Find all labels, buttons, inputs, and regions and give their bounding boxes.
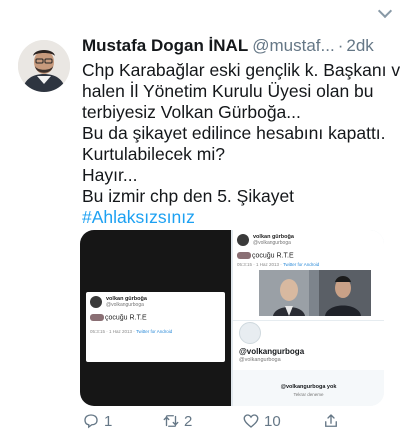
tweet-text-line: terbiyesiz Volkan Gürboğa... [82,102,301,122]
like-count: 10 [264,412,281,430]
author-avatar[interactable] [18,40,70,92]
mini-handle: @volkangurboga [253,240,291,246]
tweet-text-line: Hayır... [82,165,138,185]
mini-meta: 05:3:15 · 1 Haz 2013 · Twitter for Andro… [90,329,221,334]
share-button[interactable] [322,410,340,432]
mini-meta-source: Twitter for Android [135,329,173,335]
media-image-left[interactable]: volkan gürboğa @volkangurboga çocuğu R.T… [80,230,231,406]
tweet-text-line: halen İl Yönetim Kurulu Üyesi olan bu [82,81,374,101]
divider [233,320,384,321]
screenshot-card: volkan gürboğa @volkangurboga çocuğu R.T… [237,234,380,267]
retweet-count: 2 [184,412,193,430]
mini-names: volkan gürboğa @volkangurboga [106,296,147,308]
tweet-text-line: Kurtulabilecek mi? [82,144,225,164]
hashtag-link[interactable]: #Ahlaksızsınız [82,207,394,228]
tweet-media[interactable]: volkan gürboğa @volkangurboga çocuğu R.T… [80,230,384,406]
mini-avatar [237,234,249,246]
reply-icon [84,414,98,429]
mini-handle: @volkangurboga [106,302,144,308]
tweet-text: Chp Karabağlar eski gençlik k. Başkanı v… [82,60,400,228]
retweet-icon [163,415,179,427]
card-author: volkan gürboğa @volkangurboga [237,234,380,246]
missing-text: @volkangurboga yok [280,384,337,390]
reply-button[interactable]: 1 [82,410,112,432]
heart-icon [243,414,259,428]
media-image-right[interactable]: volkan gürboğa @volkangurboga çocuğu R.T… [233,230,384,406]
mini-meta: 05:3:15 · 1 Haz 2013 · Twitter for Andro… [237,262,380,267]
tweet-actions: 1 2 10 [82,410,390,432]
author-handle[interactable]: @mustaf... [252,36,334,55]
share-icon [325,414,337,427]
profile-handle: @volkangurboga [239,357,281,363]
tweet-text-line: Bu da şikayet edilince hesabını kapattı. [82,123,386,143]
chevron-down-icon[interactable] [377,3,393,19]
redaction-mark [90,314,104,321]
tweet: Mustafa Dogan İNAL @mustaf... · 2dk Chp Kar… [0,0,400,438]
retry-text: Tekrar deneme [293,392,324,397]
mini-avatar [90,296,102,308]
card-author: volkan gürboğa @volkangurboga [90,296,221,308]
redaction-mark [237,252,251,259]
retweet-button[interactable]: 2 [162,410,192,432]
mini-text-content: çocuğu R.T.E [252,252,294,260]
mini-tweet-text: çocuğu R.T.E [90,314,221,321]
reply-count: 1 [104,412,113,430]
tweet-text-line: Chp Karabağlar eski gençlik k. Başkanı v… [82,60,400,80]
screenshot-card: volkan gürboğa @volkangurboga çocuğu R.T… [86,292,225,362]
tweet-time[interactable]: 2dk [346,36,373,55]
header-separator: · [337,36,344,55]
mini-names: volkan gürboğa @volkangurboga [253,234,294,246]
mini-text-content: çocuğu R.T.E [105,314,147,322]
embedded-photo [259,270,371,316]
mini-tweet-text: çocuğu R.T.E [237,252,380,259]
tweet-header: Mustafa Dogan İNAL @mustaf... · 2dk [82,36,392,58]
mini-meta-time: 05:3:15 · 1 Haz 2013 · [90,329,135,335]
author-name[interactable]: Mustafa Dogan İNAL [82,36,248,55]
profile-handle-bold: @volkangurboga [239,347,305,356]
account-missing-notice: @volkangurboga yok Tekrar deneme [233,370,384,406]
like-button[interactable]: 10 [242,410,281,432]
mini-meta-time: 05:3:15 · 1 Haz 2013 · [237,262,282,268]
profile-avatar-placeholder [239,322,261,344]
mini-meta-source: Twitter for Android [282,262,320,268]
tweet-text-line: Bu izmir chp den 5. Şikayet [82,186,295,206]
